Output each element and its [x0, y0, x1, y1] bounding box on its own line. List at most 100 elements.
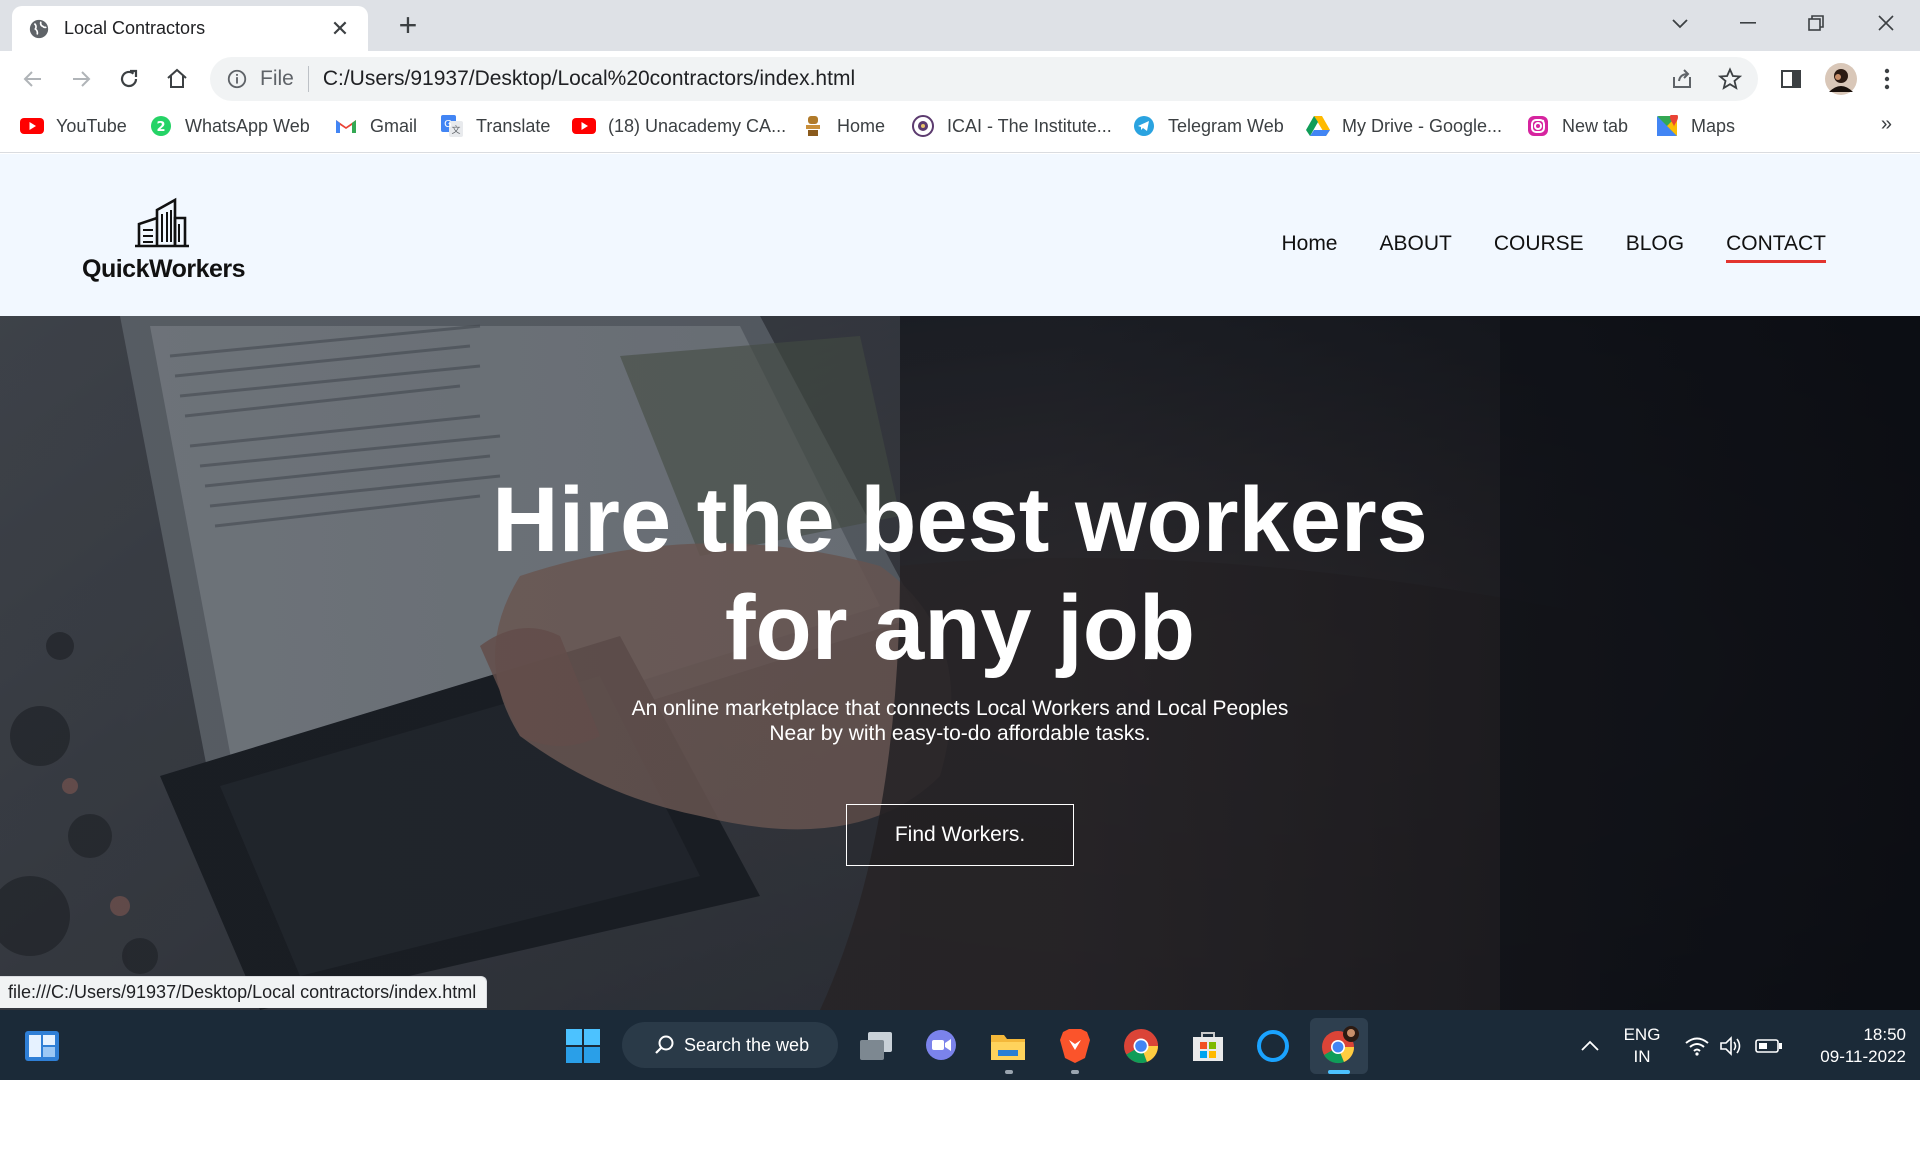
- minimize-button[interactable]: [1728, 8, 1768, 38]
- svg-text:文: 文: [451, 124, 460, 136]
- emblem-icon: [801, 114, 825, 138]
- nav-about[interactable]: ABOUT: [1380, 232, 1452, 263]
- youtube-icon: [572, 114, 596, 138]
- bookmark-home[interactable]: Home: [801, 107, 885, 145]
- battery-icon[interactable]: [1749, 1026, 1789, 1066]
- bookmark-label: Telegram Web: [1168, 115, 1284, 136]
- whatsapp-icon: 2: [149, 114, 173, 138]
- teams-chat-icon[interactable]: [921, 1026, 961, 1066]
- svg-text:2: 2: [156, 120, 165, 135]
- url-text[interactable]: C:/Users/91937/Desktop/Local%20contracto…: [323, 67, 855, 91]
- share-icon[interactable]: [1670, 67, 1694, 91]
- home-button[interactable]: [162, 64, 192, 94]
- instagram-icon: [1526, 114, 1550, 138]
- address-bar[interactable]: File C:/Users/91937/Desktop/Local%20cont…: [210, 57, 1758, 101]
- bookmark-label: (18) Unacademy CA...: [608, 115, 787, 136]
- menu-kebab-icon[interactable]: [1872, 64, 1902, 94]
- clock[interactable]: 18:50 09-11-2022: [1796, 1024, 1906, 1068]
- bookmark-gmail[interactable]: Gmail: [334, 107, 417, 145]
- nav-contact[interactable]: CONTACT: [1726, 232, 1826, 263]
- buildings-logo-icon: [135, 197, 189, 248]
- bookmark-label: YouTube: [56, 115, 127, 136]
- telegram-icon: [1132, 114, 1156, 138]
- start-button-icon[interactable]: [563, 1026, 603, 1066]
- bookmark-telegram[interactable]: Telegram Web: [1132, 107, 1284, 145]
- main-navigation: Home ABOUT COURSE BLOG CONTACT: [1281, 232, 1826, 263]
- microsoft-store-icon[interactable]: [1188, 1026, 1228, 1066]
- maps-icon: [1655, 114, 1679, 138]
- browser-tab[interactable]: Local Contractors ✕: [12, 6, 368, 51]
- gmail-icon: [334, 114, 358, 138]
- globe-icon: [29, 19, 49, 38]
- bookmark-label: Maps: [1691, 115, 1736, 136]
- bookmark-icai[interactable]: ICAI - The Institute...: [911, 107, 1112, 145]
- blank-area: [0, 1080, 1920, 1152]
- tab-title: Local Contractors: [64, 18, 206, 38]
- site-logo[interactable]: QuickWorkers: [82, 196, 246, 284]
- tab-search-chevron-icon[interactable]: [1660, 8, 1700, 38]
- hero-section: Hire the best workers for any job An onl…: [0, 316, 1920, 1010]
- chrome-icon[interactable]: [1121, 1026, 1161, 1066]
- hero-subtitle-line1: An online marketplace that connects Loca…: [631, 697, 1289, 720]
- language-indicator[interactable]: ENG IN: [1618, 1024, 1666, 1068]
- link-status-bar: file:///C:/Users/91937/Desktop/Local con…: [0, 976, 488, 1008]
- bookmark-unacademy[interactable]: (18) Unacademy CA...: [572, 107, 786, 145]
- hero-subtitle: An online marketplace that connects Loca…: [560, 696, 1360, 746]
- bookmark-label: Home: [837, 115, 886, 136]
- taskbar-search[interactable]: Search the web: [622, 1022, 838, 1068]
- file-explorer-icon[interactable]: [988, 1026, 1028, 1066]
- bookmark-youtube[interactable]: YouTube: [20, 107, 127, 145]
- profile-avatar[interactable]: [1823, 61, 1859, 97]
- bookmark-whatsapp[interactable]: 2 WhatsApp Web: [149, 107, 310, 145]
- close-tab-icon[interactable]: ✕: [328, 16, 352, 42]
- task-view-icon[interactable]: [856, 1026, 896, 1066]
- hero-title-line1: Hire the best workers: [492, 469, 1428, 571]
- cortana-icon[interactable]: [1253, 1026, 1293, 1066]
- browser-tabstrip: Local Contractors ✕ +: [0, 0, 1920, 51]
- forward-button[interactable]: [66, 64, 96, 94]
- translate-icon: G文: [440, 114, 464, 138]
- info-icon[interactable]: [226, 68, 248, 90]
- find-workers-button[interactable]: Find Workers.: [846, 804, 1074, 866]
- side-panel-icon[interactable]: [1776, 64, 1806, 94]
- new-tab-button[interactable]: +: [392, 9, 424, 42]
- explorer-running-indicator: [1005, 1070, 1013, 1074]
- browser-toolbar: File C:/Users/91937/Desktop/Local%20cont…: [0, 51, 1920, 107]
- bookmark-drive[interactable]: My Drive - Google...: [1306, 107, 1502, 145]
- bookmark-translate[interactable]: G文 Translate: [440, 107, 550, 145]
- bookmark-new-tab[interactable]: New tab: [1526, 107, 1628, 145]
- language-code: ENG: [1623, 1025, 1661, 1044]
- back-button[interactable]: [18, 64, 48, 94]
- more-bookmarks-icon[interactable]: »: [1881, 113, 1892, 136]
- youtube-icon: [20, 114, 44, 138]
- drive-icon: [1306, 114, 1330, 138]
- brave-browser-icon[interactable]: [1055, 1026, 1095, 1066]
- address-separator: [307, 66, 309, 92]
- nav-course[interactable]: COURSE: [1494, 232, 1584, 263]
- hero-subtitle-line2: Near by with easy-to-do affordable tasks…: [769, 722, 1151, 745]
- chrome-profile-icon[interactable]: [1319, 1026, 1359, 1066]
- search-label: Search the web: [684, 1034, 810, 1055]
- bookmarks-bar: YouTube 2 WhatsApp Web Gmail G文 Translat…: [0, 107, 1920, 153]
- clock-time: 18:50: [1863, 1025, 1906, 1044]
- bookmark-label: Translate: [476, 115, 551, 136]
- site-header: QuickWorkers Home ABOUT COURSE BLOG CONT…: [0, 154, 1920, 316]
- bookmark-star-icon[interactable]: [1718, 67, 1742, 91]
- bookmark-label: WhatsApp Web: [185, 115, 310, 136]
- bookmark-label: ICAI - The Institute...: [947, 115, 1112, 136]
- nav-blog[interactable]: BLOG: [1626, 232, 1684, 263]
- bookmark-maps[interactable]: Maps: [1655, 107, 1735, 145]
- scheme-label: File: [260, 67, 294, 90]
- volume-icon[interactable]: [1711, 1026, 1751, 1066]
- active-app-indicator: [1328, 1070, 1350, 1074]
- nav-home[interactable]: Home: [1281, 232, 1337, 263]
- close-window-button[interactable]: [1866, 8, 1906, 38]
- reload-button[interactable]: [114, 64, 144, 94]
- show-hidden-icons-chevron-icon[interactable]: [1570, 1026, 1610, 1066]
- restore-button[interactable]: [1796, 8, 1836, 38]
- clock-date: 09-11-2022: [1820, 1047, 1906, 1066]
- hero-title-line2: for any job: [724, 577, 1196, 679]
- hero-title: Hire the best workers for any job: [0, 466, 1920, 682]
- logo-text: QuickWorkers: [82, 255, 246, 283]
- widgets-icon[interactable]: [22, 1026, 62, 1066]
